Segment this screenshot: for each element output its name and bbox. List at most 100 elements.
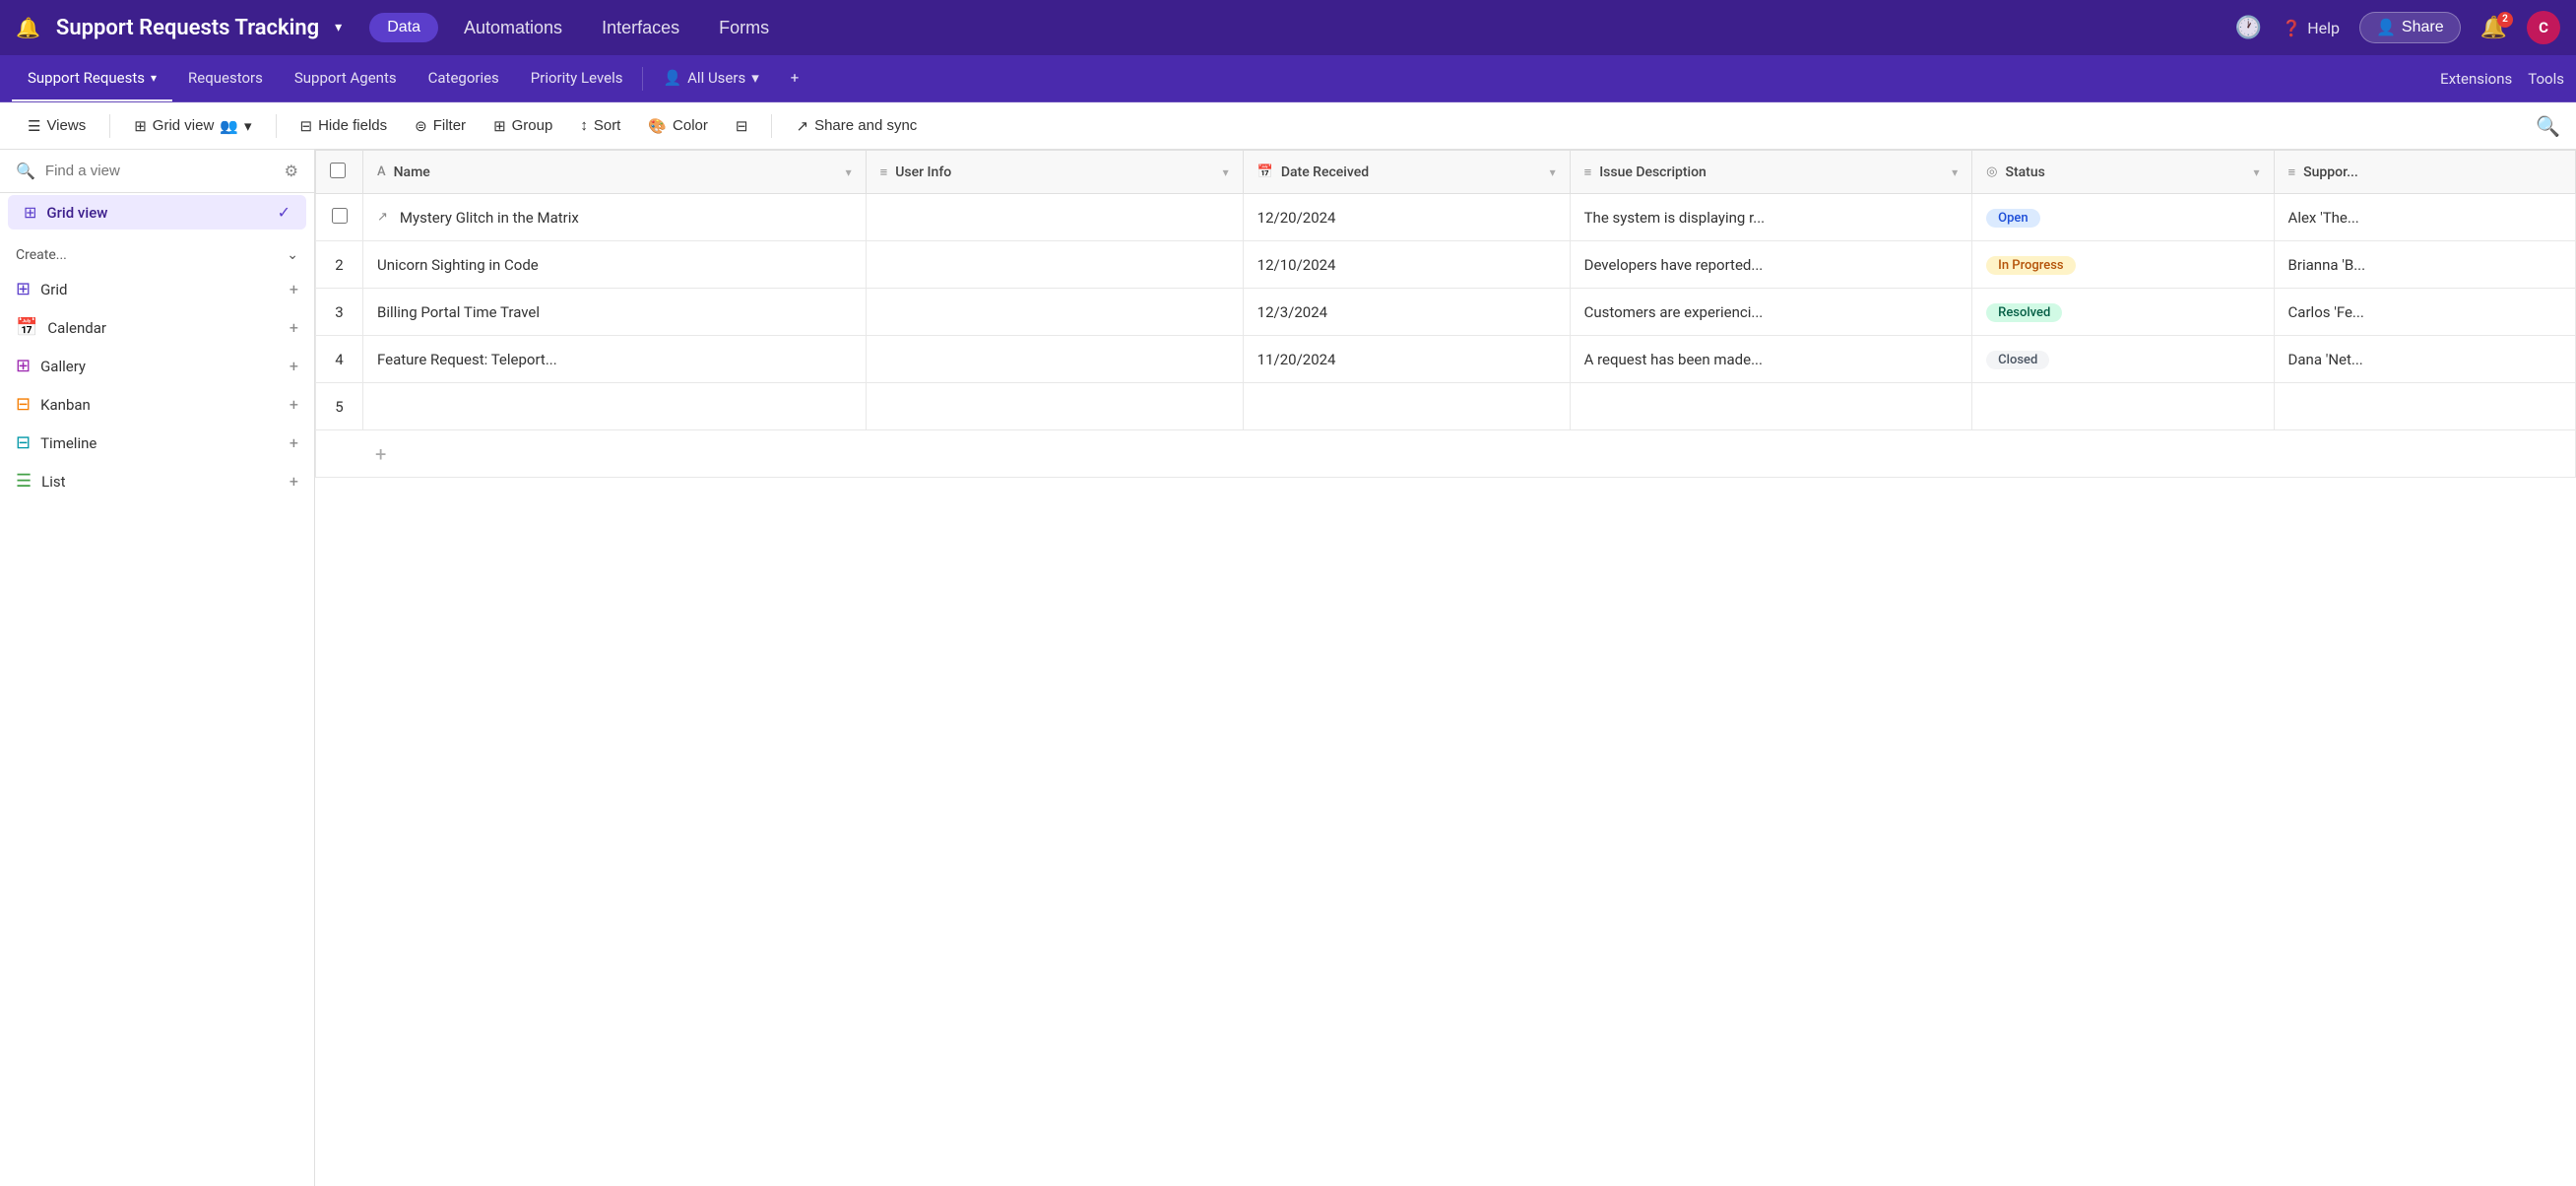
share-sync-button[interactable]: ↗ Share and sync [784, 112, 929, 140]
automations-button[interactable]: Automations [450, 12, 576, 44]
status-col-sort-icon[interactable]: ▾ [2254, 165, 2260, 179]
kanban-icon: ⊟ [16, 394, 31, 415]
add-timeline-icon[interactable]: + [290, 433, 298, 452]
desc-col-sort-icon[interactable]: ▾ [1952, 165, 1958, 179]
add-tab-button[interactable]: + [775, 55, 815, 101]
search-button[interactable]: 🔍 [2536, 114, 2560, 138]
row4-support[interactable]: Dana 'Net... [2274, 336, 2575, 383]
color-button[interactable]: 🎨 Color [636, 112, 720, 140]
tab-divider [642, 67, 643, 91]
notifications-button[interactable]: 🔔 2 [2480, 16, 2507, 40]
title-chevron-icon[interactable]: ▾ [335, 20, 342, 35]
user-avatar[interactable]: C [2527, 11, 2560, 44]
sidebar-item-list[interactable]: ☰ List + [8, 463, 306, 499]
tab-support-requests-dropdown-icon[interactable]: ▾ [151, 71, 157, 85]
grid-view-button[interactable]: ⊞ Grid view 👥 ▾ [122, 112, 263, 140]
row3-date[interactable]: 12/3/2024 [1243, 289, 1570, 336]
group-button[interactable]: ⊞ Group [482, 112, 564, 140]
row1-name-cell[interactable]: ↗ Mystery Glitch in the Matrix [363, 194, 867, 241]
row1-status[interactable]: Open [1972, 194, 2274, 241]
add-kanban-icon[interactable]: + [290, 395, 298, 414]
tab-support-requests[interactable]: Support Requests ▾ [12, 55, 172, 101]
sidebar-item-timeline[interactable]: ⊟ Timeline + [8, 425, 306, 461]
row5-user-info[interactable] [866, 383, 1243, 430]
row5-name[interactable] [363, 383, 867, 430]
views-button[interactable]: ☰ Views [16, 112, 97, 140]
row2-user-info[interactable] [866, 241, 1243, 289]
tab-all-users-dropdown-icon[interactable]: ▾ [751, 69, 759, 87]
row2-support[interactable]: Brianna 'B... [2274, 241, 2575, 289]
sidebar-create-section[interactable]: Create... ⌄ [0, 231, 314, 271]
row3-description[interactable]: Customers are experienci... [1570, 289, 1972, 336]
row3-support[interactable]: Carlos 'Fe... [2274, 289, 2575, 336]
select-all-checkbox[interactable] [330, 163, 346, 178]
row1-description[interactable]: The system is displaying r... [1570, 194, 1972, 241]
sidebar-gear-icon[interactable]: ⚙ [285, 162, 298, 180]
extensions-button[interactable]: Extensions [2440, 70, 2512, 88]
add-gallery-icon[interactable]: + [290, 357, 298, 375]
sidebar-search-input[interactable] [45, 163, 275, 179]
sidebar-item-grid-view[interactable]: ⊞ Grid view ✓ [8, 195, 306, 230]
row-height-button[interactable]: ⊟ [724, 112, 760, 140]
help-button[interactable]: ❓ Help [2282, 19, 2340, 37]
table-row: 4 Feature Request: Teleport... 11/20/202… [316, 336, 2576, 383]
hide-fields-button[interactable]: ⊟ Hide fields [289, 112, 400, 140]
tab-all-users[interactable]: 👤 All Users ▾ [647, 55, 774, 101]
sidebar-item-kanban[interactable]: ⊟ Kanban + [8, 386, 306, 423]
row2-name-cell[interactable]: Unicorn Sighting in Code [363, 241, 867, 289]
interfaces-button[interactable]: Interfaces [588, 12, 693, 44]
row1-expand-icon[interactable]: ↗ [377, 210, 388, 225]
history-icon[interactable]: 🕐 [2235, 16, 2262, 40]
sidebar-item-calendar[interactable]: 📅 Calendar + [8, 309, 306, 346]
data-button[interactable]: Data [369, 13, 438, 42]
userinfo-col-sort-icon[interactable]: ▾ [1223, 165, 1229, 179]
add-grid-icon[interactable]: + [290, 280, 298, 298]
sidebar-item-grid[interactable]: ⊞ Grid + [8, 271, 306, 307]
tab-categories-label: Categories [428, 69, 499, 87]
row4-date[interactable]: 11/20/2024 [1243, 336, 1570, 383]
row4-name-cell[interactable]: Feature Request: Teleport... [363, 336, 867, 383]
share-button[interactable]: 👤 Share [2359, 12, 2461, 43]
views-menu-icon: ☰ [28, 117, 40, 135]
row5-description[interactable] [1570, 383, 1972, 430]
row3-user-info[interactable] [866, 289, 1243, 336]
forms-button[interactable]: Forms [705, 12, 783, 44]
sort-icon: ↕ [580, 117, 588, 134]
row1-date[interactable]: 12/20/2024 [1243, 194, 1570, 241]
add-calendar-icon[interactable]: + [290, 318, 298, 337]
sort-button[interactable]: ↕ Sort [568, 112, 632, 139]
help-label: Help [2307, 19, 2340, 37]
row1-checkbox[interactable] [332, 208, 348, 224]
row5-support[interactable] [2274, 383, 2575, 430]
add-row[interactable]: + [316, 430, 2576, 478]
filter-label: Filter [433, 117, 466, 134]
add-list-icon[interactable]: + [290, 472, 298, 491]
row4-status[interactable]: Closed [1972, 336, 2274, 383]
add-row-button[interactable]: + [316, 430, 2576, 478]
row5-date[interactable] [1243, 383, 1570, 430]
date-col-sort-icon[interactable]: ▾ [1550, 165, 1556, 179]
table-row: 2 Unicorn Sighting in Code 12/10/2024 De… [316, 241, 2576, 289]
row2-description[interactable]: Developers have reported... [1570, 241, 1972, 289]
row1-user-info[interactable] [866, 194, 1243, 241]
tab-categories[interactable]: Categories [413, 55, 515, 101]
row3-name-cell[interactable]: Billing Portal Time Travel [363, 289, 867, 336]
tab-support-agents[interactable]: Support Agents [279, 55, 413, 101]
name-col-sort-icon[interactable]: ▾ [846, 165, 852, 179]
tools-button[interactable]: Tools [2528, 70, 2564, 88]
tab-requestors[interactable]: Requestors [172, 55, 279, 101]
row5-status[interactable] [1972, 383, 2274, 430]
tab-priority-levels[interactable]: Priority Levels [515, 55, 639, 101]
row2-date[interactable]: 12/10/2024 [1243, 241, 1570, 289]
row1-support[interactable]: Alex 'The... [2274, 194, 2575, 241]
sidebar-create-chevron-icon[interactable]: ⌄ [287, 247, 298, 263]
row4-user-info[interactable] [866, 336, 1243, 383]
row4-description[interactable]: A request has been made... [1570, 336, 1972, 383]
row3-status[interactable]: Resolved [1972, 289, 2274, 336]
sidebar-item-gallery[interactable]: ⊞ Gallery + [8, 348, 306, 384]
filter-button[interactable]: ⊜ Filter [403, 112, 478, 140]
grid-view-chevron-icon[interactable]: ▾ [244, 117, 252, 135]
row2-status[interactable]: In Progress [1972, 241, 2274, 289]
desc-col-icon: ≡ [1584, 165, 1592, 180]
filter-icon: ⊜ [415, 117, 427, 135]
